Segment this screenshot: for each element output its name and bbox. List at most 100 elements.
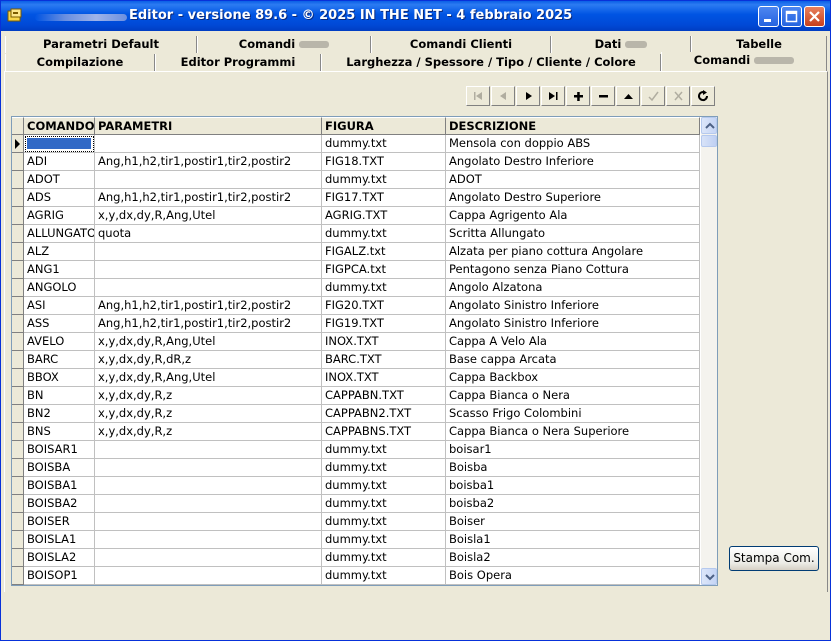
- cell-descrizione[interactable]: boisba2: [446, 495, 700, 513]
- print-commands-button[interactable]: Stampa Com.: [729, 546, 819, 571]
- cell-descrizione[interactable]: Boisla2: [446, 549, 700, 567]
- cell-comando[interactable]: BOISER: [24, 513, 95, 531]
- row-indicator[interactable]: [12, 207, 24, 225]
- row-indicator[interactable]: [12, 495, 24, 513]
- tab-dati[interactable]: Dati: [551, 36, 691, 53]
- cell-descrizione[interactable]: Cappa A Velo Ala: [446, 333, 700, 351]
- cell-parametri[interactable]: Ang,h1,h2,tir1,postir1,tir2,postir2: [95, 189, 322, 207]
- cell-parametri[interactable]: x,y,dx,dy,R,z: [95, 405, 322, 423]
- cell-parametri[interactable]: Ang,h1,h2,tir1,postir1,tir2,postir2: [95, 315, 322, 333]
- cell-descrizione[interactable]: Angolato Sinistro Inferiore: [446, 297, 700, 315]
- cell-descrizione[interactable]: Bois Opera: [446, 567, 700, 585]
- row-indicator[interactable]: [12, 171, 24, 189]
- row-indicator[interactable]: [12, 243, 24, 261]
- cell-descrizione[interactable]: Mensola con doppio ABS: [446, 135, 700, 153]
- table-row[interactable]: BOISLA1 dummy.txt Boisla1: [12, 531, 700, 549]
- cell-parametri[interactable]: x,y,dx,dy,R,dR,z: [95, 351, 322, 369]
- cell-parametri[interactable]: [95, 441, 322, 459]
- cell-comando[interactable]: ANG1: [24, 261, 95, 279]
- cell-figura[interactable]: dummy.txt: [322, 567, 446, 585]
- cell-parametri[interactable]: [95, 567, 322, 585]
- row-indicator[interactable]: [12, 405, 24, 423]
- cell-parametri[interactable]: x,y,dx,dy,R,z: [95, 387, 322, 405]
- cell-figura[interactable]: CAPPABN2.TXT: [322, 405, 446, 423]
- cell-figura[interactable]: FIGPCA.txt: [322, 261, 446, 279]
- cell-figura[interactable]: FIG17.TXT: [322, 189, 446, 207]
- table-row[interactable]: ASS Ang,h1,h2,tir1,postir1,tir2,postir2 FI…: [12, 315, 700, 333]
- cell-comando[interactable]: BOISLA2: [24, 549, 95, 567]
- cell-descrizione[interactable]: Base cappa Arcata: [446, 351, 700, 369]
- cell-parametri[interactable]: Ang,h1,h2,tir1,postir1,tir2,postir2: [95, 153, 322, 171]
- refresh-button[interactable]: [691, 86, 715, 106]
- cell-comando[interactable]: BOISAR1: [24, 441, 95, 459]
- row-indicator[interactable]: [12, 549, 24, 567]
- prior-record-button[interactable]: [491, 86, 515, 106]
- cell-parametri[interactable]: [95, 135, 322, 153]
- column-header-comando[interactable]: COMANDO: [24, 117, 95, 135]
- table-row[interactable]: ANG1 FIGPCA.txt Pentagono senza Piano Cott…: [12, 261, 700, 279]
- cell-comando[interactable]: BOISOP1: [24, 567, 95, 585]
- row-indicator[interactable]: [12, 441, 24, 459]
- first-record-button[interactable]: [466, 86, 490, 106]
- cell-descrizione[interactable]: Boisba: [446, 459, 700, 477]
- cell-comando[interactable]: BNS: [24, 423, 95, 441]
- tab-comandi[interactable]: Comandi: [197, 36, 371, 53]
- cell-figura[interactable]: dummy.txt: [322, 495, 446, 513]
- cell-figura[interactable]: dummy.txt: [322, 225, 446, 243]
- cell-comando[interactable]: ANGOLO: [24, 279, 95, 297]
- table-row[interactable]: BNS x,y,dx,dy,R,z CAPPABNS.TXT Cappa Bianca…: [12, 423, 700, 441]
- title-bar[interactable]: Editor - versione 89.6 - © 2025 IN THE N…: [1, 1, 830, 31]
- insert-record-button[interactable]: [566, 86, 590, 106]
- cell-descrizione[interactable]: boisba1: [446, 477, 700, 495]
- cell-descrizione[interactable]: Pentagono senza Piano Cottura: [446, 261, 700, 279]
- cell-parametri[interactable]: [95, 549, 322, 567]
- cancel-edit-button[interactable]: [666, 86, 690, 106]
- cell-comando[interactable]: BN: [24, 387, 95, 405]
- table-row[interactable]: ALLUNGATO quota dummy.txt Scritta Allungato: [12, 225, 700, 243]
- cell-comando[interactable]: ALZ: [24, 243, 95, 261]
- cell-comando[interactable]: BOISBA2: [24, 495, 95, 513]
- row-indicator[interactable]: [12, 153, 24, 171]
- cell-descrizione[interactable]: Cappa Backbox: [446, 369, 700, 387]
- post-edit-button[interactable]: [641, 86, 665, 106]
- cell-parametri[interactable]: [95, 513, 322, 531]
- cell-parametri[interactable]: x,y,dx,dy,R,z: [95, 423, 322, 441]
- table-row[interactable]: BOISER dummy.txt Boiser: [12, 513, 700, 531]
- cell-figura[interactable]: dummy.txt: [322, 531, 446, 549]
- cell-descrizione[interactable]: Angolato Destro Inferiore: [446, 153, 700, 171]
- cell-comando[interactable]: BOISBA1: [24, 477, 95, 495]
- column-header-parametri[interactable]: PARAMETRI: [95, 117, 322, 135]
- cell-figura[interactable]: dummy.txt: [322, 441, 446, 459]
- cell-comando[interactable]: AVELO: [24, 333, 95, 351]
- cell-figura[interactable]: CAPPABN.TXT: [322, 387, 446, 405]
- delete-record-button[interactable]: [591, 86, 615, 106]
- cell-figura[interactable]: INOX.TXT: [322, 333, 446, 351]
- cell-figura[interactable]: AGRIG.TXT: [322, 207, 446, 225]
- table-row[interactable]: ASI Ang,h1,h2,tir1,postir1,tir2,postir2 FI…: [12, 297, 700, 315]
- next-record-button[interactable]: [516, 86, 540, 106]
- row-indicator[interactable]: [12, 351, 24, 369]
- row-indicator[interactable]: [12, 369, 24, 387]
- cell-figura[interactable]: dummy.txt: [322, 279, 446, 297]
- tab-editor-programmi[interactable]: Editor Programmi: [155, 54, 321, 71]
- table-row[interactable]: ADOT dummy.txt ADOT: [12, 171, 700, 189]
- tab-compilazione[interactable]: Compilazione: [5, 54, 155, 71]
- scroll-down-button[interactable]: [701, 568, 717, 585]
- table-row[interactable]: BOISBA dummy.txt Boisba: [12, 459, 700, 477]
- cell-comando[interactable]: AGRIG: [24, 207, 95, 225]
- table-row[interactable]: BOISBA1 dummy.txt boisba1: [12, 477, 700, 495]
- cell-comando[interactable]: BBOX: [24, 369, 95, 387]
- cell-parametri[interactable]: [95, 171, 322, 189]
- cell-comando[interactable]: ADI: [24, 153, 95, 171]
- cell-parametri[interactable]: Ang,h1,h2,tir1,postir1,tir2,postir2: [95, 297, 322, 315]
- table-row[interactable]: AGRIG x,y,dx,dy,R,Ang,Utel AGRIG.TXT Cappa …: [12, 207, 700, 225]
- cell-figura[interactable]: FIG20.TXT: [322, 297, 446, 315]
- row-indicator[interactable]: [12, 513, 24, 531]
- cell-comando[interactable]: ASS: [24, 315, 95, 333]
- cell-descrizione[interactable]: Scasso Frigo Colombini: [446, 405, 700, 423]
- scroll-thumb[interactable]: [701, 135, 717, 147]
- cell-comando[interactable]: ADS: [24, 189, 95, 207]
- cell-parametri[interactable]: x,y,dx,dy,R,Ang,Utel: [95, 333, 322, 351]
- cell-descrizione[interactable]: Boisla1: [446, 531, 700, 549]
- cell-descrizione[interactable]: Boiser: [446, 513, 700, 531]
